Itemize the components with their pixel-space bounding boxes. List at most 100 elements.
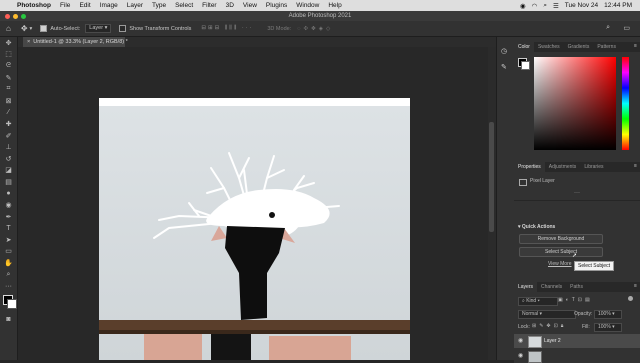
move-tool-icon[interactable]: ✥ bbox=[21, 24, 28, 33]
hue-slider[interactable] bbox=[622, 57, 629, 150]
menu-layer[interactable]: Layer bbox=[127, 2, 143, 9]
tab-channels[interactable]: Channels bbox=[537, 282, 566, 292]
tab-patterns[interactable]: Patterns bbox=[593, 42, 620, 52]
panel-menu-icon[interactable]: ≡ bbox=[634, 43, 637, 49]
layer-name[interactable]: Layer 2 bbox=[544, 338, 561, 344]
workspace-icon[interactable]: ▭ bbox=[623, 24, 630, 32]
eraser-tool-icon[interactable]: ◪ bbox=[0, 165, 17, 177]
layer-filter-dropdown[interactable]: ⌕ Kind ▾ bbox=[518, 297, 558, 306]
auto-select-dropdown[interactable]: Layer ▾ bbox=[85, 24, 112, 33]
close-window-icon[interactable] bbox=[5, 13, 10, 19]
filter-toggle-icon[interactable] bbox=[628, 296, 633, 301]
hand-tool-icon[interactable]: ✋ bbox=[0, 257, 17, 269]
menu-select[interactable]: Select bbox=[175, 2, 193, 9]
close-tab-icon[interactable]: × bbox=[27, 39, 30, 45]
tab-gradients[interactable]: Gradients bbox=[564, 42, 594, 52]
menu-image[interactable]: Image bbox=[100, 2, 118, 9]
lock-icons[interactable]: ⊞✎✥⊡🔒︎ bbox=[532, 323, 566, 329]
gradient-tool-icon[interactable]: ▤ bbox=[0, 176, 17, 188]
menubar-date[interactable]: Tue Nov 24 bbox=[565, 2, 598, 9]
vertical-scrollbar-thumb[interactable] bbox=[489, 122, 494, 232]
wifi-icon[interactable]: ◠ bbox=[532, 2, 538, 10]
eyedropper-tool-icon[interactable]: ⁄ bbox=[0, 107, 17, 119]
tab-libraries[interactable]: Libraries bbox=[580, 162, 607, 172]
eye-icon[interactable]: ◉ bbox=[518, 337, 523, 344]
layer-filter-icons[interactable]: ▣◐T⊡▤ bbox=[558, 297, 593, 303]
blur-tool-icon[interactable]: ● bbox=[0, 188, 17, 200]
remove-background-button[interactable]: Remove Background bbox=[519, 234, 603, 244]
zoom-tool-icon[interactable]: ⌕ bbox=[0, 269, 17, 281]
tools-panel: ✥ ⬚ ᘓ ✎ ⌗ ⊠ ⁄ ✚ ✐ ⊥ ↺ ◪ ▤ ● ◉ ✒ T ➤ ▭ ✋ … bbox=[0, 37, 18, 360]
color-field[interactable] bbox=[534, 57, 616, 150]
type-tool-icon[interactable]: T bbox=[0, 223, 17, 235]
layer-row[interactable]: ◉ Layer 2 bbox=[514, 334, 640, 348]
auto-select-checkbox[interactable] bbox=[40, 25, 50, 32]
tab-adjustments[interactable]: Adjustments bbox=[545, 162, 581, 172]
brush-settings-icon[interactable]: ✎ bbox=[501, 63, 507, 71]
creative-cloud-icon[interactable]: ◉ bbox=[520, 2, 526, 10]
marquee-tool-icon[interactable]: ⬚ bbox=[0, 49, 17, 61]
color-swatches[interactable] bbox=[0, 292, 17, 314]
dodge-tool-icon[interactable]: ◉ bbox=[0, 199, 17, 211]
history-panel-icon[interactable]: ◷ bbox=[501, 47, 507, 55]
minimize-window-icon[interactable] bbox=[13, 13, 18, 19]
menu-plugins[interactable]: Plugins bbox=[266, 2, 287, 9]
search-icon[interactable]: ⌕ bbox=[606, 24, 610, 32]
more-tools-icon[interactable]: ··· bbox=[0, 280, 17, 292]
tab-paths[interactable]: Paths bbox=[566, 282, 587, 292]
quick-selection-tool-icon[interactable]: ✎ bbox=[0, 72, 17, 84]
home-icon[interactable]: ⌂ bbox=[6, 24, 11, 33]
select-subject-button[interactable]: Select Subject bbox=[519, 247, 603, 257]
app-menu[interactable]: Photoshop bbox=[17, 2, 51, 9]
clone-stamp-tool-icon[interactable]: ⊥ bbox=[0, 141, 17, 153]
menubar-time[interactable]: 12:44 PM bbox=[604, 2, 632, 9]
eye-icon[interactable]: ◉ bbox=[518, 352, 523, 359]
frame-tool-icon[interactable]: ⊠ bbox=[0, 95, 17, 107]
control-center-icon[interactable]: ☰ bbox=[553, 2, 559, 10]
pen-tool-icon[interactable]: ✒ bbox=[0, 211, 17, 223]
layer-row[interactable]: ◉ bbox=[514, 349, 640, 363]
tab-properties[interactable]: Properties bbox=[514, 162, 545, 172]
brush-tool-icon[interactable]: ✐ bbox=[0, 130, 17, 142]
search-icon[interactable]: ⌕ bbox=[543, 2, 547, 10]
document-tab[interactable]: × Untitled-1 @ 33.3% (Layer 2, RGB/8) * bbox=[23, 37, 128, 47]
show-transform-checkbox[interactable] bbox=[119, 25, 129, 32]
blend-mode-dropdown[interactable]: Normal ▾ bbox=[518, 310, 576, 319]
menu-help[interactable]: Help bbox=[328, 2, 341, 9]
background-color-chip[interactable] bbox=[521, 61, 530, 70]
panel-menu-icon[interactable]: ≡ bbox=[634, 163, 637, 169]
menu-type[interactable]: Type bbox=[152, 2, 166, 9]
document-canvas[interactable] bbox=[99, 98, 410, 360]
properties-panel-tabs: Properties Adjustments Libraries bbox=[514, 162, 640, 172]
menu-3d[interactable]: 3D bbox=[226, 2, 234, 9]
path-selection-tool-icon[interactable]: ➤ bbox=[0, 234, 17, 246]
history-brush-tool-icon[interactable]: ↺ bbox=[0, 153, 17, 165]
crop-tool-icon[interactable]: ⌗ bbox=[0, 83, 17, 95]
move-tool-icon[interactable]: ✥ bbox=[0, 37, 17, 49]
more-options-icon[interactable]: ··· bbox=[574, 190, 580, 196]
fill-label: Fill: bbox=[582, 324, 590, 330]
tool-preset-chevron-icon[interactable]: ▾ bbox=[30, 26, 33, 32]
menu-file[interactable]: File bbox=[60, 2, 70, 9]
tab-swatches[interactable]: Swatches bbox=[534, 42, 564, 52]
menu-view[interactable]: View bbox=[243, 2, 257, 9]
quick-mask-icon[interactable]: ◙ bbox=[0, 314, 17, 326]
opacity-input[interactable]: 100% ▾ bbox=[594, 310, 622, 319]
zoom-window-icon[interactable] bbox=[21, 13, 26, 19]
fill-input[interactable]: 100% ▾ bbox=[594, 323, 622, 332]
background-color-swatch[interactable] bbox=[7, 299, 17, 310]
menu-window[interactable]: Window bbox=[296, 2, 319, 9]
menu-filter[interactable]: Filter bbox=[202, 2, 216, 9]
menu-edit[interactable]: Edit bbox=[79, 2, 90, 9]
lasso-tool-icon[interactable]: ᘓ bbox=[0, 60, 17, 72]
3d-mode-icons[interactable]: ◌✣✥◈◇ bbox=[297, 26, 333, 32]
canvas-image bbox=[99, 106, 410, 360]
align-icons[interactable]: ⊟⊞⊟ ⫼⫼⫼ ··· bbox=[201, 25, 253, 32]
view-more-link[interactable]: View More bbox=[548, 261, 572, 267]
healing-brush-tool-icon[interactable]: ✚ bbox=[0, 118, 17, 130]
panel-menu-icon[interactable]: ≡ bbox=[634, 283, 637, 289]
rectangle-tool-icon[interactable]: ▭ bbox=[0, 246, 17, 258]
tab-color[interactable]: Color bbox=[514, 42, 534, 52]
auto-select-label: Auto-Select: bbox=[50, 25, 81, 32]
tab-layers[interactable]: Layers bbox=[514, 282, 538, 292]
